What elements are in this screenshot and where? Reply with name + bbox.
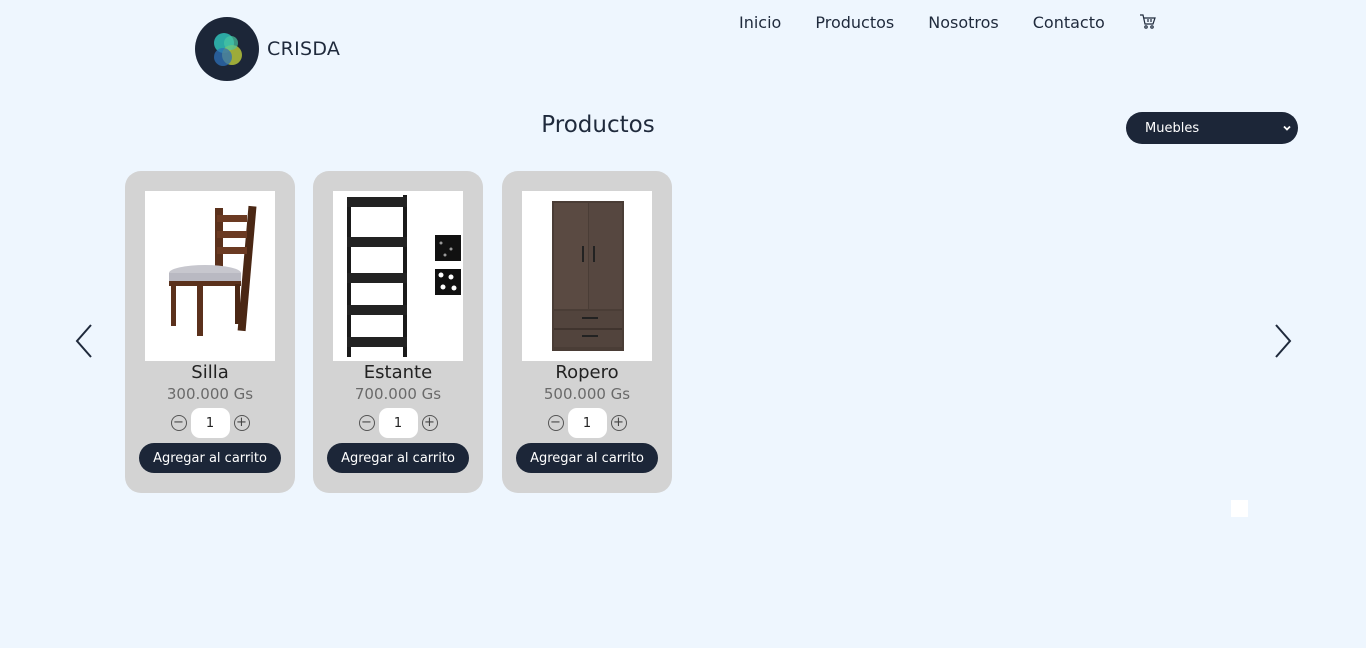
category-select-value: Muebles: [1145, 120, 1200, 136]
plus-icon[interactable]: +: [610, 415, 627, 431]
page-title: Productos: [541, 112, 655, 138]
nav-item-inicio[interactable]: Inicio: [739, 12, 781, 34]
nav-item-productos[interactable]: Productos: [815, 12, 894, 34]
minus-icon[interactable]: −: [170, 415, 187, 431]
crisda-logo-icon: [195, 17, 259, 81]
quantity-stepper: − 1 +: [502, 408, 672, 438]
shelf-image: [333, 191, 463, 361]
product-price: 500.000 Gs: [543, 385, 631, 403]
product-card-silla: Silla 300.000 Gs − 1 + Agregar al carrit…: [125, 171, 295, 493]
quantity-input[interactable]: 1: [378, 408, 418, 438]
plus-icon[interactable]: +: [421, 415, 438, 431]
product-price: 300.000 Gs: [166, 385, 254, 403]
quantity-input[interactable]: 1: [567, 408, 607, 438]
quantity-stepper: − 1 +: [125, 408, 295, 438]
add-to-cart-button[interactable]: Agregar al carrito: [139, 443, 281, 473]
chair-image: [145, 191, 275, 361]
add-to-cart-button[interactable]: Agregar al carrito: [516, 443, 658, 473]
decorative-square: [1231, 500, 1248, 517]
chevron-left-icon[interactable]: [74, 323, 94, 359]
product-name: Estante: [363, 362, 433, 383]
category-select[interactable]: Muebles: [1126, 112, 1298, 144]
product-card-ropero: Ropero 500.000 Gs − 1 + Agregar al carri…: [502, 171, 672, 493]
main-nav: Inicio Productos Nosotros Contacto: [739, 12, 1157, 34]
product-name: Silla: [191, 362, 229, 383]
minus-icon[interactable]: −: [358, 415, 375, 431]
chevron-right-icon[interactable]: [1273, 323, 1293, 359]
nav-item-contacto[interactable]: Contacto: [1033, 12, 1105, 34]
product-card-estante: Estante 700.000 Gs − 1 + Agregar al carr…: [313, 171, 483, 493]
nav-item-nosotros[interactable]: Nosotros: [928, 12, 999, 34]
product-name: Ropero: [555, 362, 619, 383]
product-price: 700.000 Gs: [354, 385, 442, 403]
plus-icon[interactable]: +: [233, 415, 250, 431]
wardrobe-image: [522, 191, 652, 361]
chevron-down-icon: [1282, 122, 1292, 137]
brand-logo[interactable]: CRISDA: [195, 17, 340, 81]
cart-icon[interactable]: [1139, 13, 1157, 31]
minus-icon[interactable]: −: [547, 415, 564, 431]
quantity-input[interactable]: 1: [190, 408, 230, 438]
brand-name: CRISDA: [267, 38, 341, 60]
quantity-stepper: − 1 +: [313, 408, 483, 438]
add-to-cart-button[interactable]: Agregar al carrito: [327, 443, 469, 473]
